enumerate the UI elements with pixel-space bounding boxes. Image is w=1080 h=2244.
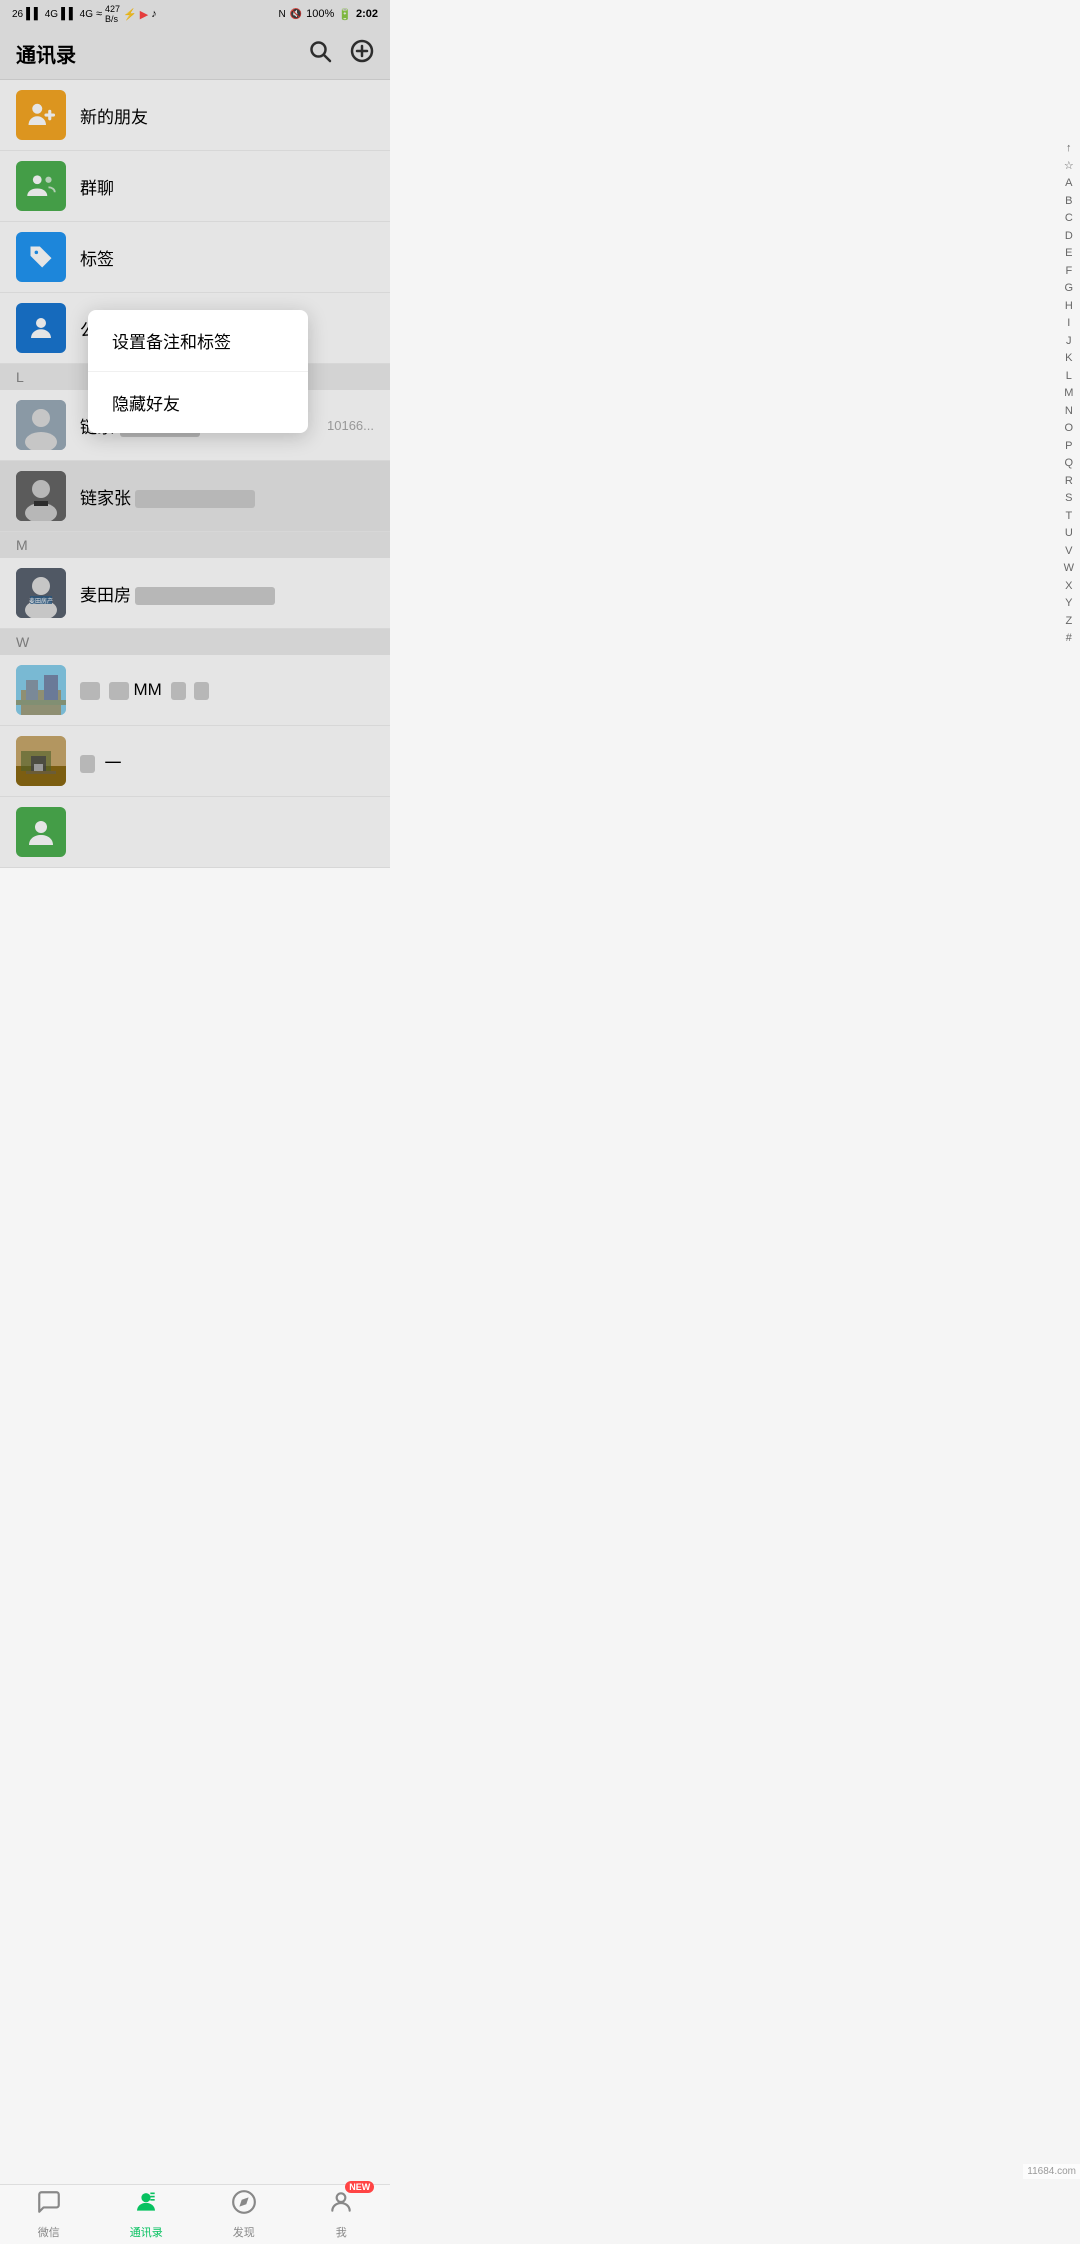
alpha-M[interactable]: M — [1060, 385, 1077, 402]
alpha-X[interactable]: X — [1061, 578, 1076, 595]
nav-weixin[interactable]: 微信 — [0, 2189, 98, 2240]
alpha-T[interactable]: T — [1061, 508, 1076, 525]
context-menu-set-remark[interactable]: 设置备注和标签 — [88, 310, 308, 372]
context-menu-overlay[interactable] — [0, 0, 390, 868]
alpha-A[interactable]: A — [1061, 175, 1076, 192]
new-badge: NEW — [345, 2181, 374, 2193]
alpha-I[interactable]: I — [1063, 315, 1074, 332]
nav-weixin-label: 微信 — [38, 2224, 60, 2240]
alpha-G[interactable]: G — [1061, 280, 1078, 297]
alpha-J[interactable]: J — [1062, 333, 1076, 350]
alpha-D[interactable]: D — [1061, 228, 1077, 245]
alpha-Z[interactable]: Z — [1061, 613, 1076, 630]
alphabet-index[interactable]: ↑ ☆ A B C D E F G H I J K L M N O P Q R … — [1060, 140, 1078, 647]
alpha-V[interactable]: V — [1061, 543, 1076, 560]
alpha-hash[interactable]: # — [1062, 630, 1076, 647]
nav-discover[interactable]: 发现 — [195, 2189, 293, 2240]
discover-icon — [231, 2189, 257, 2222]
alpha-N[interactable]: N — [1061, 403, 1077, 420]
contacts-icon — [133, 2189, 159, 2222]
me-icon — [328, 2194, 354, 2221]
nav-discover-label: 发现 — [233, 2224, 255, 2240]
bottom-nav: 微信 通讯录 发现 — [0, 2184, 390, 2244]
nav-contacts[interactable]: 通讯录 — [98, 2189, 196, 2240]
alpha-L[interactable]: L — [1062, 368, 1076, 385]
alpha-W[interactable]: W — [1060, 560, 1078, 577]
me-badge-container: NEW — [328, 2189, 354, 2222]
nav-me[interactable]: NEW 我 — [293, 2189, 391, 2240]
nav-contacts-label: 通讯录 — [130, 2224, 163, 2240]
watermark: 11684.com — [1023, 2164, 1080, 2179]
alpha-Y[interactable]: Y — [1061, 595, 1076, 612]
alpha-S[interactable]: S — [1061, 490, 1076, 507]
alpha-H[interactable]: H — [1061, 298, 1077, 315]
alpha-U[interactable]: U — [1061, 525, 1077, 542]
nav-me-label: 我 — [336, 2224, 347, 2240]
chat-icon — [36, 2189, 62, 2222]
context-menu-hide-friend[interactable]: 隐藏好友 — [88, 372, 308, 433]
alpha-P[interactable]: P — [1061, 438, 1076, 455]
context-menu: 设置备注和标签 隐藏好友 — [88, 310, 308, 433]
alpha-O[interactable]: O — [1061, 420, 1078, 437]
alpha-E[interactable]: E — [1061, 245, 1076, 262]
alpha-F[interactable]: F — [1061, 263, 1076, 280]
alpha-B[interactable]: B — [1061, 193, 1076, 210]
alpha-C[interactable]: C — [1061, 210, 1077, 227]
alpha-star[interactable]: ☆ — [1060, 158, 1078, 175]
alpha-K[interactable]: K — [1061, 350, 1076, 367]
alpha-up[interactable]: ↑ — [1062, 140, 1076, 157]
alpha-R[interactable]: R — [1061, 473, 1077, 490]
alpha-Q[interactable]: Q — [1061, 455, 1078, 472]
